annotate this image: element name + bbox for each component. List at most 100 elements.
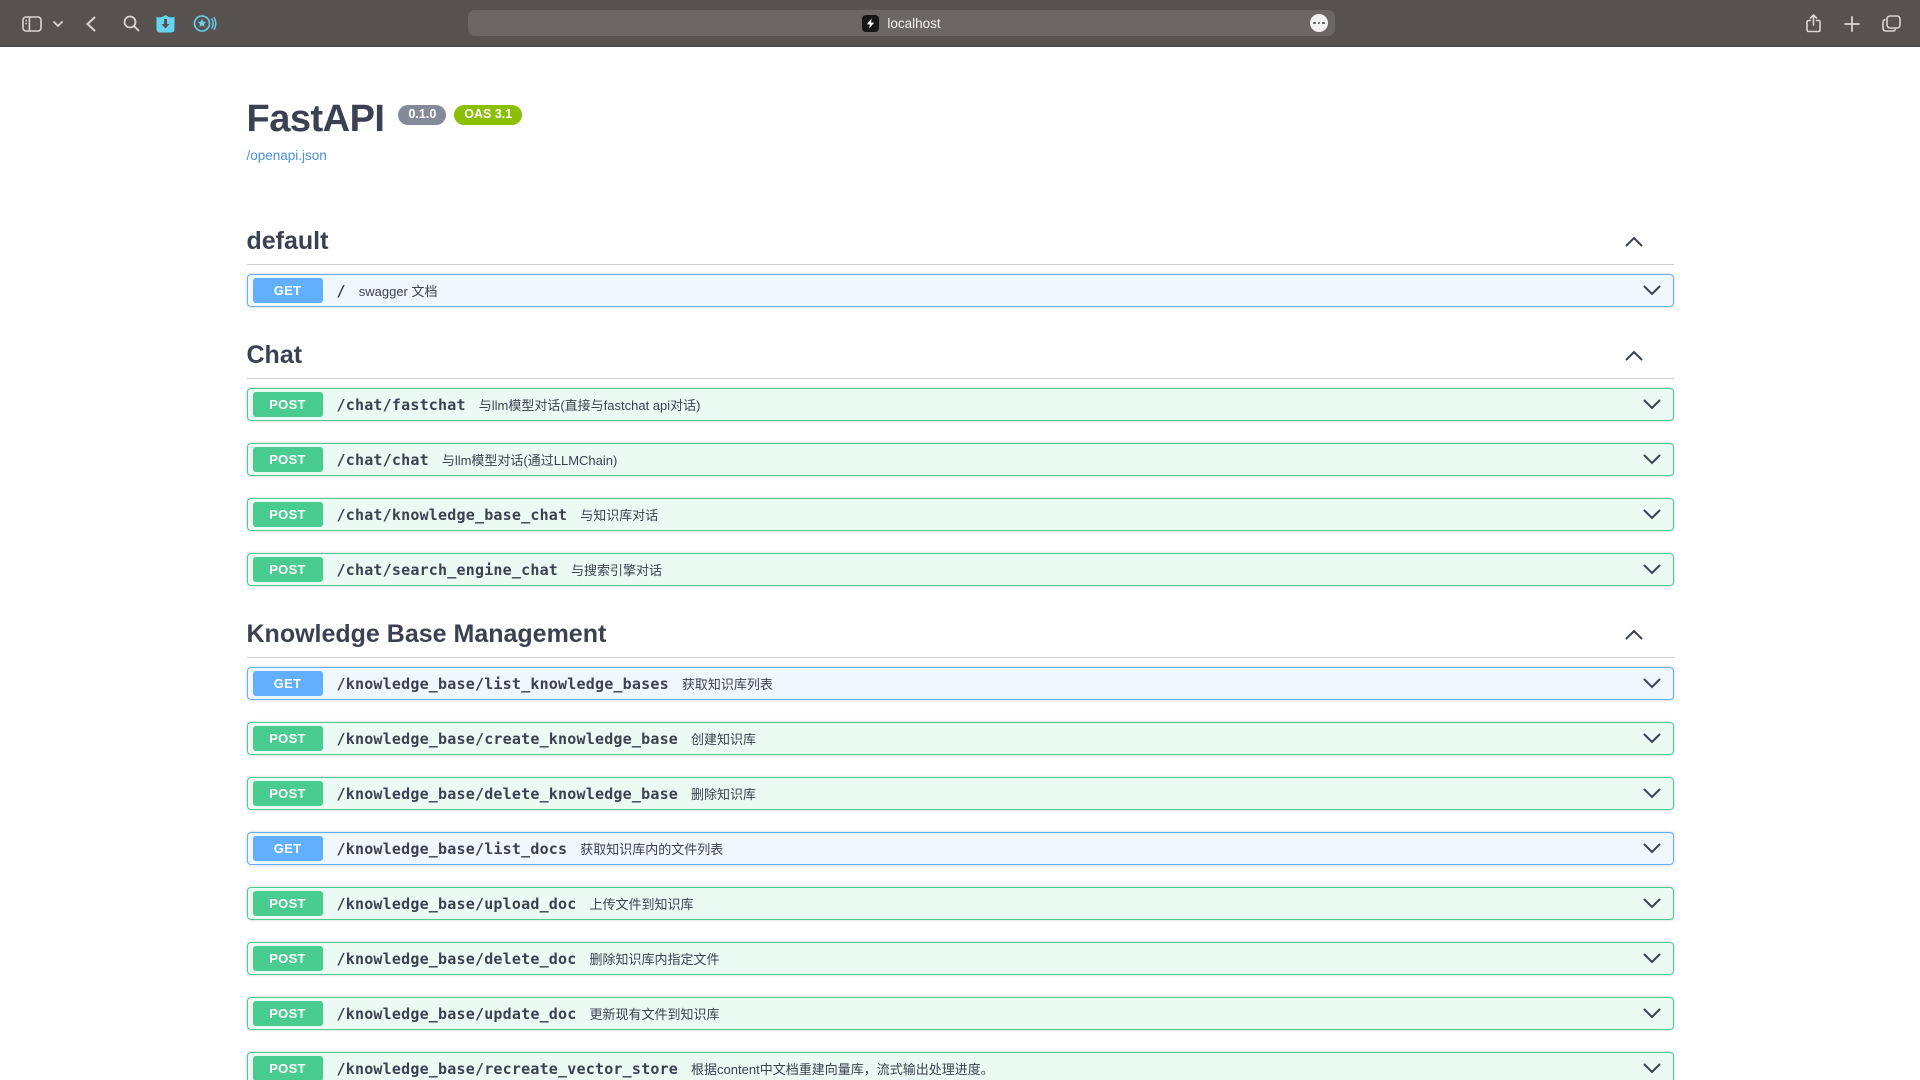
chevron-down-icon [1643,1063,1661,1074]
section-header[interactable]: Knowledge Base Management [247,619,1674,658]
openapi-spec-link[interactable]: /openapi.json [247,148,327,163]
endpoint-row[interactable]: POST /knowledge_base/delete_knowledge_ba… [247,777,1674,810]
endpoint-row[interactable]: POST /knowledge_base/recreate_vector_sto… [247,1052,1674,1080]
endpoint-path: /chat/chat [337,451,429,469]
endpoint-path: /knowledge_base/delete_doc [337,950,577,968]
sidebar-toggle-icon[interactable] [20,0,44,47]
url-text: localhost [887,16,940,31]
method-badge: POST [253,946,323,971]
chevron-down-icon [1643,788,1661,799]
swagger-page: FastAPI 0.1.0 OAS 3.1 /openapi.json defa… [0,47,1920,1080]
section-title: Knowledge Base Management [247,619,607,649]
method-badge: POST [253,392,323,417]
expand-endpoint-button[interactable] [1643,454,1661,465]
expand-endpoint-button[interactable] [1643,843,1661,854]
endpoint-description: 与搜索引擎对话 [571,560,662,579]
endpoint-row[interactable]: POST /knowledge_base/upload_doc 上传文件到知识库 [247,887,1674,920]
expand-endpoint-button[interactable] [1643,1063,1661,1074]
chevron-down-icon [1643,678,1661,689]
api-info: FastAPI 0.1.0 OAS 3.1 [247,100,1674,138]
endpoint-path: /knowledge_base/list_knowledge_bases [337,675,669,693]
endpoint-description: swagger 文档 [359,281,438,300]
method-badge: POST [253,891,323,916]
extension-shield-icon[interactable] [153,0,177,47]
method-badge: POST [253,781,323,806]
endpoint-row[interactable]: POST /chat/search_engine_chat 与搜索引擎对话 [247,553,1674,586]
endpoint-description: 与llm模型对话(直接与fastchat api对话) [479,395,701,414]
endpoint-row[interactable]: POST /chat/chat 与llm模型对话(通过LLMChain) [247,443,1674,476]
expand-endpoint-button[interactable] [1643,509,1661,520]
browser-toolbar: localhost [0,0,1920,47]
expand-endpoint-button[interactable] [1643,788,1661,799]
reader-more-button[interactable] [1310,14,1328,32]
tag-section: Chat POST /chat/fastchat 与llm模型对话(直接与fas… [247,340,1674,586]
collapse-section-button[interactable] [1625,236,1643,247]
endpoint-row[interactable]: POST /knowledge_base/delete_doc 删除知识库内指定… [247,942,1674,975]
tab-overview-icon[interactable] [1880,0,1902,47]
chevron-up-icon [1625,236,1643,247]
endpoint-path: /chat/fastchat [337,396,466,414]
endpoint-description: 获取知识库内的文件列表 [580,839,723,858]
extension-broadcast-icon[interactable] [192,0,218,47]
tag-section: default GET / swagger 文档 [247,226,1674,307]
endpoint-row[interactable]: GET /knowledge_base/list_docs 获取知识库内的文件列… [247,832,1674,865]
section-title: Chat [247,340,303,370]
section-header[interactable]: Chat [247,340,1674,379]
page-title: FastAPI [247,100,385,138]
method-badge: POST [253,557,323,582]
endpoint-path: /knowledge_base/update_doc [337,1005,577,1023]
endpoint-path: /chat/knowledge_base_chat [337,506,568,524]
ellipsis-icon [1313,22,1325,25]
endpoint-description: 获取知识库列表 [682,674,773,693]
endpoint-row[interactable]: POST /knowledge_base/update_doc 更新现有文件到知… [247,997,1674,1030]
expand-endpoint-button[interactable] [1643,564,1661,575]
chevron-down-icon[interactable] [51,0,65,47]
chevron-up-icon [1625,629,1643,640]
tag-section: Knowledge Base Management GET /knowledge… [247,619,1674,1080]
endpoint-row[interactable]: GET / swagger 文档 [247,274,1674,307]
expand-endpoint-button[interactable] [1643,733,1661,744]
endpoint-description: 删除知识库内指定文件 [590,949,720,968]
endpoint-description: 创建知识库 [691,729,756,748]
method-badge: POST [253,726,323,751]
share-icon[interactable] [1804,0,1822,47]
endpoint-list: GET / swagger 文档 [247,265,1674,307]
collapse-section-button[interactable] [1625,350,1643,361]
endpoint-row[interactable]: GET /knowledge_base/list_knowledge_bases… [247,667,1674,700]
address-bar[interactable]: localhost [468,10,1335,36]
new-tab-icon[interactable] [1843,0,1861,47]
section-title: default [247,226,329,256]
collapse-section-button[interactable] [1625,629,1643,640]
version-badge: 0.1.0 [398,105,446,124]
expand-endpoint-button[interactable] [1643,678,1661,689]
endpoint-path: /knowledge_base/upload_doc [337,895,577,913]
method-badge: POST [253,1056,323,1080]
endpoint-path: /knowledge_base/delete_knowledge_base [337,785,679,803]
expand-endpoint-button[interactable] [1643,898,1661,909]
expand-endpoint-button[interactable] [1643,399,1661,410]
endpoint-path: /knowledge_base/recreate_vector_store [337,1060,679,1078]
method-badge: GET [253,278,323,303]
method-badge: POST [253,502,323,527]
endpoint-row[interactable]: POST /chat/knowledge_base_chat 与知识库对话 [247,498,1674,531]
method-badge: POST [253,1001,323,1026]
chevron-down-icon [1643,564,1661,575]
chevron-down-icon [1643,285,1661,296]
api-sections: default GET / swagger 文档 Chat [247,226,1674,1080]
endpoint-row[interactable]: POST /knowledge_base/create_knowledge_ba… [247,722,1674,755]
search-icon[interactable] [121,0,141,47]
chevron-up-icon [1625,350,1643,361]
chevron-down-icon [1643,454,1661,465]
endpoint-description: 与llm模型对话(通过LLMChain) [442,450,618,469]
chevron-down-icon [1643,1008,1661,1019]
method-badge: GET [253,836,323,861]
back-icon[interactable] [83,0,99,47]
endpoint-row[interactable]: POST /chat/fastchat 与llm模型对话(直接与fastchat… [247,388,1674,421]
endpoint-description: 上传文件到知识库 [590,894,694,913]
endpoint-description: 与知识库对话 [580,505,658,524]
expand-endpoint-button[interactable] [1643,1008,1661,1019]
expand-endpoint-button[interactable] [1643,953,1661,964]
section-header[interactable]: default [247,226,1674,265]
endpoint-path: / [337,282,346,300]
expand-endpoint-button[interactable] [1643,285,1661,296]
